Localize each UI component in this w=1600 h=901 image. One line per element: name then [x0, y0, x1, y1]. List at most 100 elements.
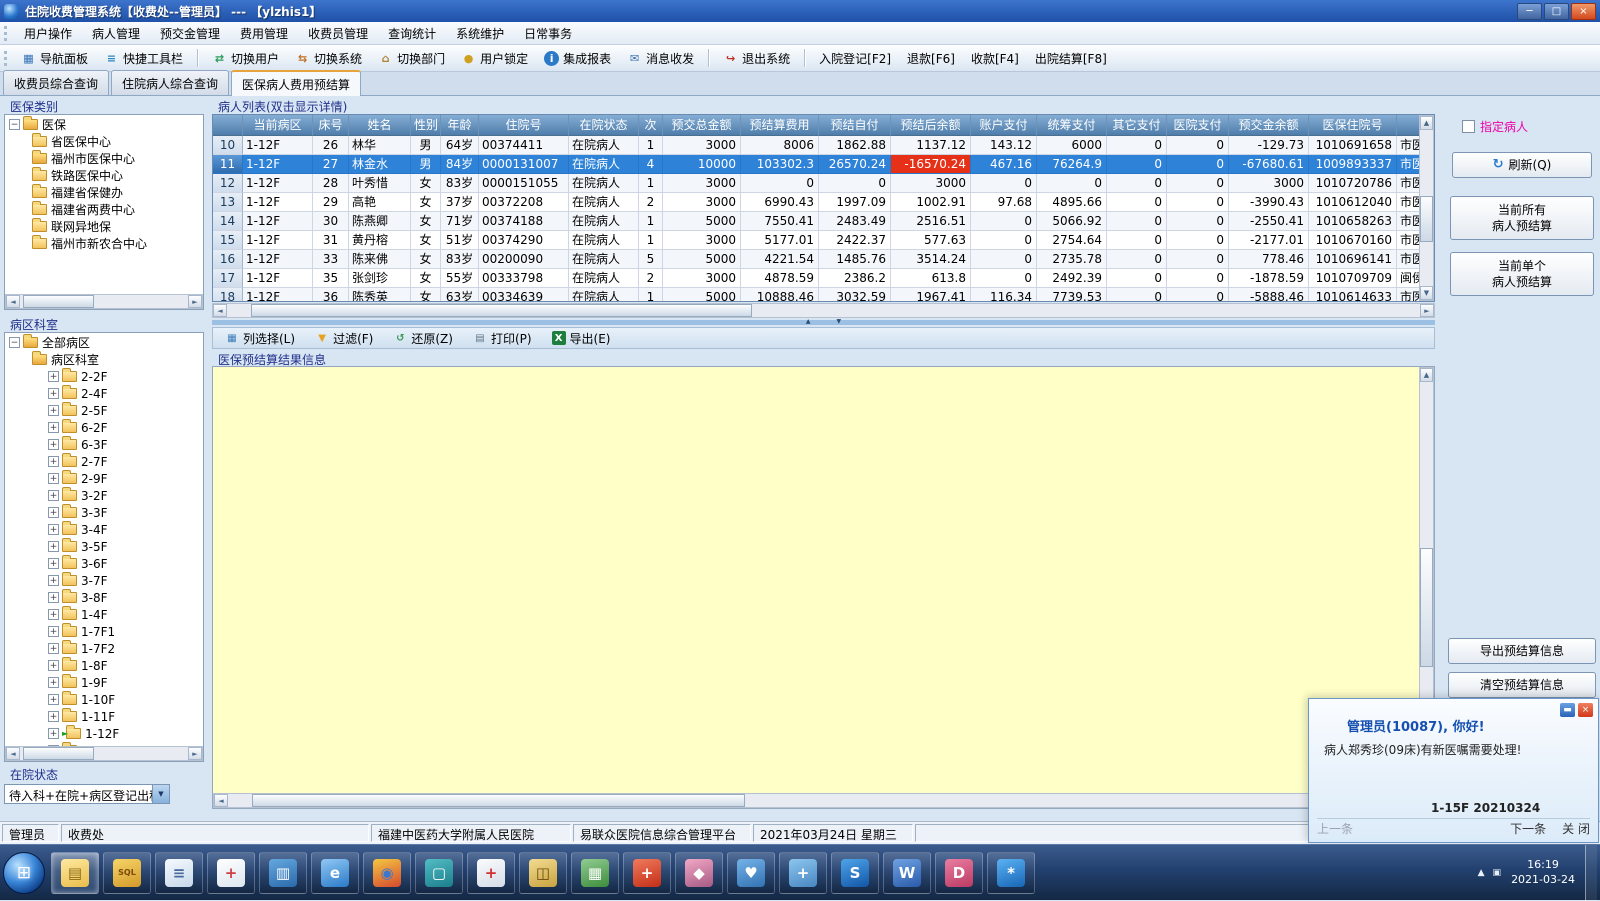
- expand-toggle[interactable]: +: [48, 694, 59, 705]
- column-header[interactable]: 次: [639, 115, 663, 136]
- table-vscrollbar[interactable]: ▲ ▼: [1419, 115, 1434, 301]
- taskbar-clock[interactable]: 16:19 2021-03-24: [1511, 858, 1575, 888]
- expand-toggle[interactable]: +: [48, 524, 59, 535]
- swoosh2-app-icon[interactable]: *: [987, 851, 1035, 894]
- ward-tree-item[interactable]: +1-7F1: [6, 623, 202, 640]
- expand-toggle[interactable]: +: [48, 456, 59, 467]
- tree-root-ward[interactable]: − 全部病区: [6, 334, 202, 351]
- presettle-result-area[interactable]: ▲▼ ◄►: [212, 366, 1435, 809]
- expand-toggle[interactable]: −: [9, 119, 20, 130]
- splitter-handle[interactable]: ▲ ▼: [806, 318, 841, 325]
- ward-tree-item[interactable]: +3-8F: [6, 589, 202, 606]
- menu-fee-management[interactable]: 费用管理: [230, 22, 298, 45]
- minimize-button[interactable]: ─: [1517, 2, 1542, 20]
- expand-toggle[interactable]: +: [48, 439, 59, 450]
- insurance-tree-item[interactable]: 福建省保健办: [6, 184, 202, 201]
- ward-tree-item[interactable]: +6-3F: [6, 436, 202, 453]
- menu-daily-affairs[interactable]: 日常事务: [514, 22, 582, 45]
- folder-taskbar-icon[interactable]: ▤: [51, 851, 99, 894]
- notification-close-button[interactable]: ×: [1578, 703, 1593, 717]
- ward-tree-item[interactable]: +6-2F: [6, 419, 202, 436]
- ward-tree-item[interactable]: + ► 1-12F: [6, 725, 202, 742]
- ward-tree-item[interactable]: +1-8F: [6, 657, 202, 674]
- tab-cashier-query[interactable]: 收费员综合查询: [3, 70, 110, 95]
- patient-row[interactable]: 17 1-12F 35 张剑珍女 55岁 00333798 在院病人 2 3000 4878.59…: [213, 269, 1434, 288]
- scroll-thumb[interactable]: [251, 794, 746, 807]
- menu-grip[interactable]: [4, 25, 7, 41]
- refresh-button[interactable]: ↻ 刷新(Q): [1452, 152, 1592, 178]
- first-aid-app-icon[interactable]: +: [623, 851, 671, 894]
- column-header[interactable]: 预结后余额: [891, 115, 971, 136]
- column-header[interactable]: 性别: [411, 115, 441, 136]
- insurance-tree-item[interactable]: 联网异地保: [6, 218, 202, 235]
- column-header[interactable]: 统筹支付: [1037, 115, 1107, 136]
- menu-system-maintenance[interactable]: 系统维护: [446, 22, 514, 45]
- ward-group-item[interactable]: 病区科室: [6, 351, 202, 368]
- start-button[interactable]: ⊞: [3, 851, 45, 894]
- ward-tree-item[interactable]: +2-7F: [6, 453, 202, 470]
- ward-tree-item[interactable]: +3-4F: [6, 521, 202, 538]
- switch-system-button[interactable]: ⇆ 切换系统: [288, 46, 369, 71]
- scroll-left-arrow[interactable]: ◄: [213, 304, 227, 317]
- ward-tree-item[interactable]: +1-10F: [6, 691, 202, 708]
- combo-dropdown-arrow[interactable]: ▼: [152, 785, 169, 803]
- insurance-tree-item[interactable]: 铁路医保中心: [6, 167, 202, 184]
- ward-tree-item[interactable]: +1-7F2: [6, 640, 202, 657]
- patient-row[interactable]: 15 1-12F 31 黄丹榕女 51岁 00374290 在院病人 1 3000 5177.01…: [213, 231, 1434, 250]
- ward-tree-item[interactable]: +3-7F: [6, 572, 202, 589]
- ward-tree-item[interactable]: +2-4F: [6, 385, 202, 402]
- scroll-right-arrow[interactable]: ►: [1420, 304, 1434, 317]
- tab-inpatient-query[interactable]: 住院病人综合查询: [111, 70, 230, 95]
- medical-app-icon[interactable]: +: [467, 851, 515, 894]
- scroll-thumb[interactable]: [23, 747, 94, 760]
- scroll-track[interactable]: [20, 295, 188, 308]
- column-header[interactable]: 预交金余额: [1229, 115, 1309, 136]
- message-button[interactable]: ✉ 消息收发: [620, 46, 701, 71]
- refund-button[interactable]: 退款[F6]: [900, 46, 962, 71]
- scroll-right-arrow[interactable]: ►: [188, 747, 202, 760]
- sql-studio-icon[interactable]: ◫: [519, 851, 567, 894]
- scroll-left-arrow[interactable]: ◄: [6, 295, 20, 308]
- doctor-app-icon[interactable]: +: [207, 851, 255, 894]
- result-hscrollbar[interactable]: ◄►: [213, 793, 1419, 808]
- expand-toggle[interactable]: +: [48, 660, 59, 671]
- scroll-up-arrow[interactable]: ▲: [1420, 368, 1433, 382]
- ward-tree-hscrollbar[interactable]: ◄ ►: [5, 746, 203, 761]
- column-header[interactable]: 其它支付: [1107, 115, 1167, 136]
- switch-dept-button[interactable]: ⌂ 切换部门: [371, 46, 452, 71]
- scroll-thumb[interactable]: [1420, 195, 1433, 243]
- expand-toggle[interactable]: +: [48, 626, 59, 637]
- specify-patient-option[interactable]: 指定病人: [1462, 118, 1528, 135]
- sql-app-icon[interactable]: SQL: [103, 851, 151, 894]
- chart-app-icon[interactable]: ▥: [259, 851, 307, 894]
- close-button[interactable]: ×: [1571, 2, 1596, 20]
- expand-toggle[interactable]: +: [48, 609, 59, 620]
- patient-row[interactable]: 11 1-12F 27 林金水男 84岁 0000131007 在院病人 4 10000 1033…: [213, 155, 1434, 174]
- column-header[interactable]: 医保住院号: [1309, 115, 1397, 136]
- expand-toggle[interactable]: +: [48, 507, 59, 518]
- specify-patient-checkbox[interactable]: [1462, 120, 1475, 133]
- integrated-reports-button[interactable]: i 集成报表: [537, 46, 618, 71]
- ie-icon[interactable]: e: [311, 851, 359, 894]
- clear-presettle-button[interactable]: 清空预结算信息: [1448, 672, 1596, 698]
- expand-toggle[interactable]: +: [48, 490, 59, 501]
- column-select-button[interactable]: ▦ 列选择(L): [221, 329, 299, 348]
- patient-row[interactable]: 12 1-12F 28 叶秀惜女 83岁 0000151055 在院病人 1 3000 0 0 300…: [213, 174, 1434, 193]
- expand-toggle[interactable]: +: [48, 643, 59, 654]
- prev-message-link[interactable]: 上一条: [1317, 820, 1353, 837]
- expand-toggle[interactable]: +: [48, 677, 59, 688]
- his-app-icon[interactable]: ♥: [727, 851, 775, 894]
- scroll-left-arrow[interactable]: ◄: [214, 794, 228, 807]
- user-lock-button[interactable]: ● 用户锁定: [454, 46, 535, 71]
- switch-user-button[interactable]: ⇄ 切换用户: [205, 46, 286, 71]
- column-header[interactable]: 在院状态: [569, 115, 639, 136]
- splitter[interactable]: ▲ ▼: [212, 318, 1435, 325]
- scroll-up-arrow[interactable]: ▲: [1420, 116, 1433, 130]
- nav-panel-button[interactable]: ▦ 导航面板: [14, 46, 95, 71]
- tree-root-insurance[interactable]: − 医保: [6, 116, 202, 133]
- ward-tree-item[interactable]: +1-9F: [6, 674, 202, 691]
- column-header[interactable]: 账户支付: [971, 115, 1037, 136]
- scroll-track[interactable]: [228, 794, 1404, 807]
- insurance-tree-item[interactable]: 福建省两费中心: [6, 201, 202, 218]
- scroll-down-arrow[interactable]: ▼: [1420, 286, 1433, 300]
